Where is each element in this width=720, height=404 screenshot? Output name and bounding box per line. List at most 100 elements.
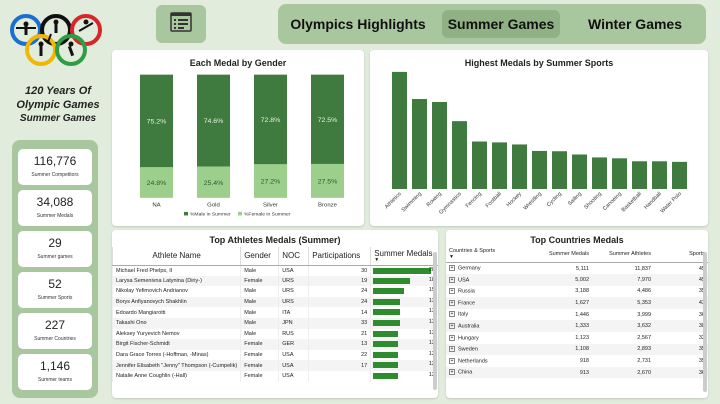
summer-athletes-cell: 5,353 [592, 297, 654, 309]
gender-cell: Male [240, 307, 279, 318]
sport-bar-2 [432, 101, 447, 189]
country-cell: + Sweden [446, 343, 534, 356]
athlete-name-cell: Natalie Anne Coughlin (-Hall) [112, 370, 241, 382]
table-row[interactable]: Birgit Fischer-Schmidt Female GER 13 12 [112, 339, 438, 350]
col-countries-sports[interactable]: Countries & Sports ▼ [446, 246, 534, 263]
col-sports[interactable]: Sports [654, 246, 708, 263]
tab-summer-games[interactable]: Summer Games [442, 10, 560, 38]
country-name: USA [458, 277, 470, 284]
table-row[interactable]: + Russia 3,188 4,486 35 [446, 286, 708, 298]
country-name: Germany [458, 265, 481, 272]
expand-icon[interactable]: + [449, 323, 455, 330]
table-row[interactable]: + Australia 1,333 3,632 38 [446, 320, 708, 333]
table-row[interactable]: Larysa Semenivna Latynina (Diriy-) Female… [112, 275, 438, 287]
athlete-name-cell: Takashi Ono [112, 317, 241, 329]
summer-medals-cell: 918 [579, 358, 589, 365]
gender-cell: Male [240, 317, 279, 329]
table-row[interactable]: Nikolay Yefimovich Andrianov Male URS 24 15 [112, 286, 438, 297]
tab-winter-games[interactable]: Winter Games [574, 10, 696, 38]
table-row[interactable]: Borys Anfiyanovych Shakhlin Male URS 24 13 [112, 296, 438, 308]
table-row[interactable]: + Hungary 1,123 2,567 32 [446, 332, 708, 344]
summer-athletes-cell: 3,999 [637, 311, 651, 318]
sport-bar-1 [412, 99, 427, 189]
athletes-table-card: Top Athletes Medals (Summer) Athlete Nam… [112, 230, 438, 398]
participations-cell [308, 370, 371, 382]
kpi-value: 52 [48, 277, 62, 291]
athletes-table: Athlete Name Gender NOC Participations S… [112, 247, 438, 382]
table-row[interactable]: + France 1,627 5,353 43 [446, 297, 708, 309]
tab-olympics-highlights[interactable]: Olympics Highlights [288, 10, 428, 38]
medal-bar [373, 288, 405, 295]
noc-cell: USA [278, 370, 309, 382]
kpi-value: 29 [48, 236, 62, 250]
sports-cell: 36 [698, 311, 705, 318]
participations-cell: 22 [308, 349, 371, 361]
kpi-panel: 116,776 Summer Competitors 34,088 Summer… [12, 140, 98, 398]
sport-label: Swimming [401, 191, 423, 213]
country-cell: + Australia [446, 320, 534, 333]
summer-medals-cell: 913 [534, 366, 592, 379]
medal-bar [373, 372, 399, 379]
table-row[interactable]: + China 913 2,670 36 [446, 366, 708, 379]
countries-scrollbar[interactable] [703, 252, 707, 392]
female-bar-label: 27.5% [318, 179, 338, 186]
sports-cell: 43 [654, 297, 708, 309]
kpi-summer-countries: 227 Summer Countries [18, 313, 92, 349]
table-row[interactable]: + USA 5,002 7,970 45 [446, 274, 708, 286]
expand-icon[interactable]: + [449, 288, 455, 295]
kpi-summer-competitors: 116,776 Summer Competitors [18, 149, 92, 185]
col-participations[interactable]: Participations [308, 247, 371, 266]
country-name: China [458, 369, 473, 376]
table-row[interactable]: + Germany 5,111 11,837 45 [446, 263, 708, 275]
expand-icon[interactable]: + [449, 357, 455, 364]
summer-medals-cell: 12 [370, 328, 438, 340]
col-summer-medals[interactable]: Summer Medals ▼ [370, 247, 438, 266]
expand-icon[interactable]: + [449, 311, 455, 318]
expand-icon[interactable]: + [449, 276, 455, 283]
expand-icon[interactable]: + [449, 369, 455, 376]
col-gender[interactable]: Gender [240, 247, 279, 266]
expand-icon[interactable]: + [449, 346, 455, 353]
table-row[interactable]: Natalie Anne Coughlin (-Hall) Female USA 12 [112, 370, 438, 382]
table-row[interactable]: + Sweden 1,108 2,893 35 [446, 343, 708, 356]
table-row[interactable]: Aleksey Yuryevich Nemov Male RUS 21 12 [112, 328, 438, 340]
country-cell: + Italy [446, 309, 534, 321]
sport-label: Rowing [426, 191, 443, 208]
table-row[interactable]: Jennifer Elisabeth "Jenny" Thompson (-Cu… [112, 360, 438, 371]
expand-icon[interactable]: + [449, 265, 455, 272]
col-summer-athletes[interactable]: Summer Athletes [592, 246, 654, 263]
col-countries-sports-label: Countries & Sports [449, 248, 496, 254]
col-athlete-name[interactable]: Athlete Name [112, 247, 241, 266]
table-row[interactable]: Dara Grace Torres (-Hoffman, -Minas) Fema… [112, 349, 438, 361]
expand-icon[interactable]: + [449, 299, 455, 306]
athletes-scrollbar[interactable] [433, 252, 437, 390]
sports-chart-card: Highest Medals by Summer Sports Athletic… [370, 50, 708, 226]
sport-label: Hockey [506, 191, 523, 208]
table-row[interactable]: + Netherlands 918 2,731 35 [446, 355, 708, 367]
col-noc[interactable]: NOC [278, 247, 309, 266]
summer-medals-cell: 5,111 [576, 265, 589, 272]
female-bar-label: 27.2% [261, 179, 281, 186]
sports-cell: 38 [654, 320, 708, 333]
col-summer-medals[interactable]: Summer Medals [534, 246, 592, 263]
gender-cell: Female [240, 360, 279, 371]
expand-icon[interactable]: + [449, 334, 455, 341]
summer-medals-cell: 3,188 [575, 288, 589, 295]
kpi-value: 116,776 [33, 154, 77, 168]
countries-table-title: Top Countries Medals [530, 235, 624, 245]
kpi-value: 1,146 [39, 359, 71, 373]
table-row[interactable]: Michael Fred Phelps, II Male USA 30 28 [112, 265, 438, 276]
table-row[interactable]: + Italy 1,446 3,999 36 [446, 309, 708, 321]
kpi-summer-games: 29 Summer games [18, 231, 92, 267]
table-row[interactable]: Edoardo Mangiarotti Male ITA 14 13 [112, 307, 438, 318]
menu-button[interactable] [156, 5, 206, 43]
sports-cell: 45 [698, 265, 705, 272]
table-row[interactable]: Takashi Ono Male JPN 33 13 [112, 317, 438, 329]
noc-cell: URS [278, 286, 309, 297]
summer-athletes-cell: 11,837 [634, 265, 651, 272]
legend-male-label: %Male in Summer [190, 212, 231, 217]
category-label: NA [152, 203, 161, 209]
country-cell: + Netherlands [446, 355, 534, 367]
category-label: Bronze [318, 203, 337, 209]
countries-table-card: Top Countries Medals Countries & Sports ▼… [446, 230, 708, 398]
